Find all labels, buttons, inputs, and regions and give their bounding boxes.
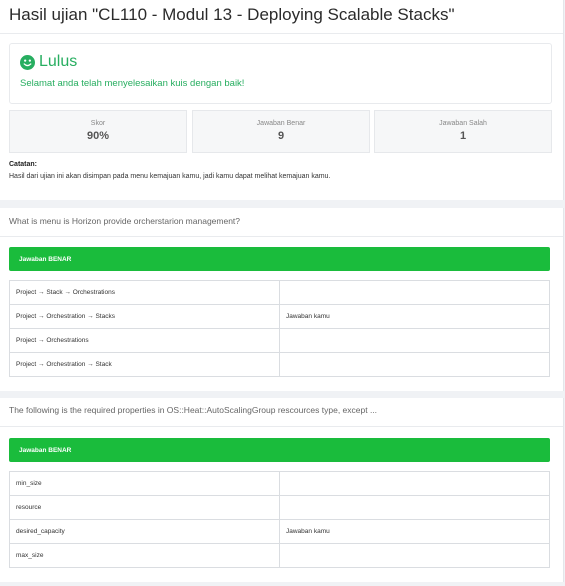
option-row[interactable]: Project → Orchestrations bbox=[9, 328, 550, 353]
page-title: Hasil ujian "CL110 - Modul 13 - Deployin… bbox=[9, 5, 455, 24]
option-mark bbox=[279, 543, 550, 568]
option-mark bbox=[279, 471, 550, 496]
result-message: Selamat anda telah menyelesaikan kuis de… bbox=[20, 78, 245, 89]
option-row[interactable]: min_size bbox=[9, 471, 550, 496]
option-mark bbox=[279, 280, 550, 305]
option-text: Project → Orchestration → Stacks bbox=[9, 304, 280, 329]
option-text: resource bbox=[9, 495, 280, 520]
stat-label: Jawaban Benar bbox=[256, 120, 306, 127]
option-row[interactable]: Project → Stack → Orchestrations bbox=[9, 280, 550, 305]
notes-label: Catatan: bbox=[9, 161, 38, 168]
question-text: What is menu is Horizon provide orcherst… bbox=[9, 216, 241, 226]
question-divider bbox=[0, 426, 563, 427]
option-row[interactable]: Project → Orchestration → Stacks Jawaban… bbox=[9, 304, 550, 329]
option-row[interactable]: resource bbox=[9, 495, 550, 520]
question-card: What is menu is Horizon provide orcherst… bbox=[0, 208, 564, 391]
option-row[interactable]: desired_capacity Jawaban kamu bbox=[9, 519, 550, 544]
option-text: Project → Orchestration → Stack bbox=[9, 352, 280, 377]
stat-wrong: Jawaban Salah 1 bbox=[374, 110, 552, 153]
option-mark bbox=[279, 495, 550, 520]
option-row[interactable]: max_size bbox=[9, 543, 550, 568]
option-text: desired_capacity bbox=[9, 519, 280, 544]
option-mark: Jawaban kamu bbox=[279, 304, 550, 329]
result-status: Lulus bbox=[20, 53, 77, 71]
question-card: The following is the required properties… bbox=[0, 398, 564, 582]
question-text: The following is the required properties… bbox=[9, 405, 378, 415]
option-row[interactable]: Project → Orchestration → Stack bbox=[9, 352, 550, 377]
stat-value: 90% bbox=[86, 130, 110, 142]
option-mark bbox=[279, 352, 550, 377]
options-table: Project → Stack → Orchestrations Project… bbox=[9, 280, 550, 377]
result-card: Hasil ujian "CL110 - Modul 13 - Deployin… bbox=[0, 0, 564, 200]
correct-badge: Jawaban BENAR bbox=[9, 438, 550, 462]
option-text: max_size bbox=[9, 543, 280, 568]
stat-value: 1 bbox=[459, 130, 467, 142]
stat-correct: Jawaban Benar 9 bbox=[192, 110, 370, 153]
title-divider bbox=[0, 33, 563, 34]
stat-label: Skor bbox=[90, 120, 106, 127]
option-text: Project → Stack → Orchestrations bbox=[9, 280, 280, 305]
options-table: min_size resource desired_capacity Jawab… bbox=[9, 471, 550, 568]
stat-label: Jawaban Salah bbox=[439, 120, 487, 127]
smile-icon bbox=[20, 54, 35, 70]
option-text: min_size bbox=[9, 471, 280, 496]
stat-score: Skor 90% bbox=[9, 110, 187, 153]
notes-text: Hasil dari ujian ini akan disimpan pada … bbox=[9, 173, 331, 180]
option-text: Project → Orchestrations bbox=[9, 328, 280, 353]
correct-badge: Jawaban BENAR bbox=[9, 247, 550, 271]
result-status-label: Lulus bbox=[39, 53, 78, 70]
result-box: Lulus Selamat anda telah menyelesaikan k… bbox=[9, 43, 552, 104]
option-mark: Jawaban kamu bbox=[279, 519, 550, 544]
stat-value: 9 bbox=[277, 130, 285, 142]
option-mark bbox=[279, 328, 550, 353]
question-divider bbox=[0, 236, 563, 237]
